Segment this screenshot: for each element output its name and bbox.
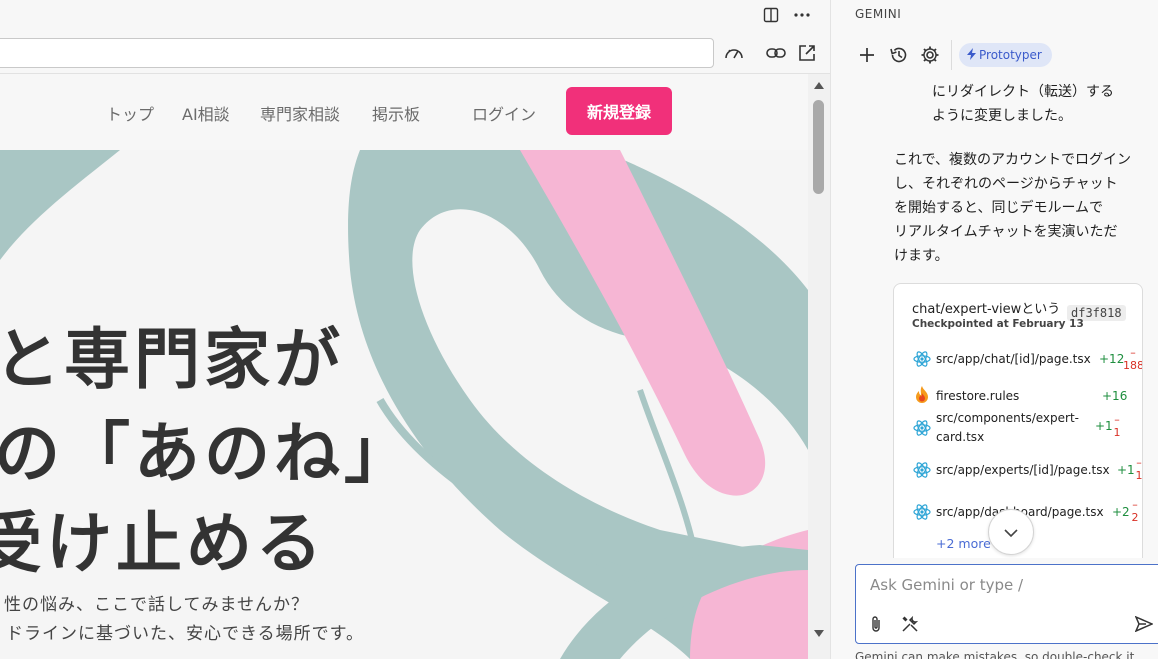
lines-removed: –2	[1131, 498, 1139, 524]
lines-removed: –1	[1113, 413, 1121, 439]
chat-history: にリダイレクト（転送）する ように変更しました。 これで、複数のアカウントでログ…	[831, 72, 1158, 558]
message-fade-top	[932, 72, 1152, 74]
lines-added: +16	[1102, 389, 1128, 403]
open-external-icon[interactable]	[795, 41, 819, 65]
changed-file-row[interactable]: src/app/experts/[id]/page.tsx +1 –1	[894, 456, 1143, 492]
send-icon[interactable]	[1133, 613, 1155, 635]
hero-title-line-3: 受け止める	[0, 504, 326, 582]
history-icon[interactable]	[887, 43, 911, 67]
mode-chip-label: Prototyper	[979, 48, 1042, 62]
address-bar	[0, 30, 830, 74]
preview-scrollbar[interactable]	[808, 74, 830, 659]
react-icon	[913, 503, 931, 521]
tools-icon[interactable]	[899, 613, 921, 635]
preview-toolbar	[0, 0, 830, 30]
toolbar-divider	[951, 40, 952, 70]
link-icon[interactable]	[764, 41, 788, 65]
prompt-box	[855, 564, 1158, 644]
signup-button[interactable]: 新規登録	[566, 87, 672, 135]
nav-expert-consult[interactable]: 専門家相談	[260, 101, 340, 125]
scroll-up-arrow-icon[interactable]	[812, 78, 826, 92]
scroll-down-arrow-icon[interactable]	[812, 627, 826, 641]
plus-icon[interactable]	[855, 43, 879, 67]
settings-icon[interactable]	[918, 43, 942, 67]
prototyper-mode-chip[interactable]: Prototyper	[959, 43, 1052, 67]
hero-subtitle-line-2: ドラインに基づいた、安心できる場所です。	[6, 624, 364, 644]
more-files-link[interactable]: +2 more	[936, 536, 991, 551]
site-header: トップ AI相談 専門家相談 掲示板 ログイン 新規登録	[0, 74, 808, 150]
file-name: src/app/experts/[id]/page.tsx	[936, 463, 1110, 477]
assistant-message-1: にリダイレクト（転送）する ように変更しました。	[932, 84, 1114, 124]
hero-section: と専門家が の「あのね」 受け止める 性の悩み、ここで話してみませんか？ ドライ…	[0, 150, 808, 659]
lines-added: +2	[1112, 505, 1130, 519]
file-name: firestore.rules	[936, 389, 1020, 403]
lines-removed: –1	[1135, 456, 1143, 482]
lines-added: +12	[1099, 352, 1125, 366]
file-name: src/app/chat/[id]/page.tsx	[936, 352, 1091, 366]
checkpoint-subtitle: Checkpointed at February 13	[912, 318, 1084, 330]
login-link[interactable]: ログイン	[472, 101, 536, 125]
performance-gauge-icon[interactable]	[722, 41, 746, 65]
firebase-icon	[913, 386, 931, 404]
panel-title: GEMINI	[855, 7, 902, 21]
hero-subtitle-line-1: 性の悩み、ここで話してみませんか？	[4, 595, 309, 615]
scrollbar-thumb[interactable]	[813, 100, 824, 194]
split-view-icon[interactable]	[760, 4, 782, 26]
react-icon	[913, 461, 931, 479]
more-options-icon[interactable]	[791, 4, 813, 26]
lightning-icon	[967, 47, 976, 63]
react-icon	[913, 350, 931, 368]
nav-board[interactable]: 掲示板	[372, 101, 420, 125]
web-preview-pane: トップ AI相談 専門家相談 掲示板 ログイン 新規登録 と専門家が の「あのね…	[0, 0, 830, 659]
hero-title-line-1: と専門家が	[0, 320, 344, 398]
url-input[interactable]	[0, 38, 714, 68]
nav-ai-consult[interactable]: AI相談	[182, 101, 230, 125]
lines-removed: –188	[1123, 346, 1143, 372]
nav-top[interactable]: トップ	[106, 101, 154, 125]
changed-file-row[interactable]: src/app/chat/[id]/page.tsx +12 –188	[894, 346, 1143, 376]
assistant-message-2: これで、複数のアカウントでログイン し、それぞれのページからチャット を開始する…	[894, 152, 1132, 264]
changed-file-row[interactable]: src/components/expert-card.tsx +1 –1	[894, 408, 1142, 450]
gemini-panel: GEMINI Prototyper にリダイレクト（転送）する ように変更しまし…	[830, 0, 1158, 659]
disclaimer-text: Gemini can make mistakes, so double-chec…	[855, 650, 1135, 659]
checkpoint-title: chat/expert-viewという	[912, 302, 1061, 317]
scroll-to-bottom-button[interactable]	[988, 509, 1034, 555]
changed-file-row[interactable]: firestore.rules +16	[894, 384, 1142, 408]
site-viewport: トップ AI相談 専門家相談 掲示板 ログイン 新規登録 と専門家が の「あのね…	[0, 74, 808, 659]
file-name: src/components/expert-card.tsx	[936, 411, 1079, 444]
app-window: トップ AI相談 専門家相談 掲示板 ログイン 新規登録 と専門家が の「あのね…	[0, 0, 1158, 659]
attach-icon[interactable]	[865, 613, 887, 635]
chevron-down-icon	[1004, 523, 1018, 542]
prompt-input[interactable]	[856, 565, 1158, 605]
react-icon	[913, 419, 931, 437]
hero-title-line-2: の「あのね」	[0, 414, 414, 492]
